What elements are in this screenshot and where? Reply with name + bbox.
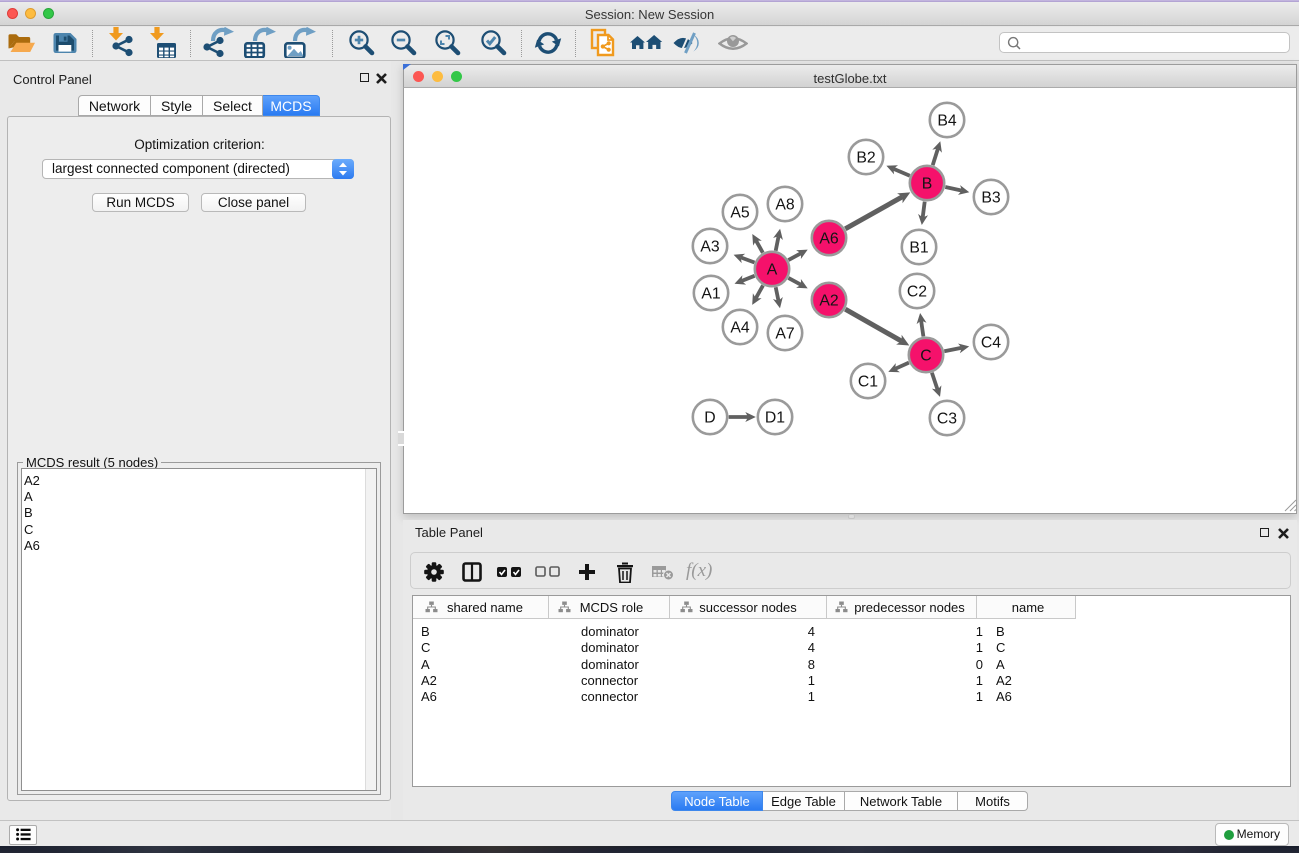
svg-text:C1: C1: [858, 374, 878, 391]
svg-text:C: C: [920, 348, 931, 365]
svg-text:B4: B4: [937, 113, 957, 130]
svg-text:A7: A7: [775, 326, 794, 343]
svg-text:C2: C2: [907, 284, 927, 301]
svg-text:A2: A2: [819, 293, 838, 310]
svg-text:B3: B3: [981, 190, 1001, 207]
svg-text:B2: B2: [856, 150, 875, 167]
svg-text:C3: C3: [937, 411, 957, 428]
svg-text:A4: A4: [730, 320, 750, 337]
svg-text:B1: B1: [909, 240, 929, 257]
svg-text:A3: A3: [700, 239, 720, 256]
svg-text:D: D: [704, 410, 715, 427]
svg-text:B: B: [922, 176, 933, 193]
svg-text:A6: A6: [819, 231, 839, 248]
svg-text:A1: A1: [701, 286, 721, 303]
svg-text:A: A: [767, 262, 778, 279]
svg-text:A5: A5: [730, 205, 750, 222]
svg-text:C4: C4: [981, 335, 1001, 352]
svg-text:D1: D1: [765, 410, 785, 427]
svg-text:A8: A8: [775, 197, 795, 214]
